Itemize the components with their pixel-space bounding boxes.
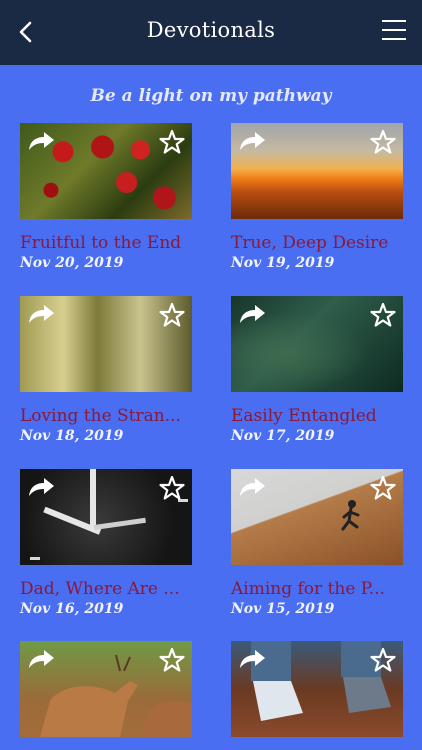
- star-icon[interactable]: [370, 475, 396, 501]
- star-icon[interactable]: [370, 647, 396, 673]
- menu-button[interactable]: [382, 20, 408, 46]
- share-icon[interactable]: [237, 130, 267, 152]
- star-icon[interactable]: [370, 302, 396, 328]
- card-title[interactable]: Dad, Where Are ...: [20, 579, 192, 599]
- devotional-card[interactable]: Fruitful to the End Nov 20, 2019: [20, 123, 192, 272]
- card-date: Nov 18, 2019: [20, 428, 124, 444]
- card-thumbnail[interactable]: [20, 641, 192, 737]
- card-thumbnail[interactable]: [20, 469, 192, 565]
- card-title[interactable]: True, Deep Desire: [231, 233, 403, 253]
- devotional-card[interactable]: [20, 641, 192, 737]
- star-icon[interactable]: [159, 302, 185, 328]
- star-icon[interactable]: [370, 129, 396, 155]
- section-subtitle: Be a light on my pathway: [90, 86, 332, 106]
- app-header: Devotionals: [0, 0, 422, 65]
- share-icon[interactable]: [26, 648, 56, 670]
- devotional-card[interactable]: [231, 641, 403, 737]
- devotional-card[interactable]: True, Deep Desire Nov 19, 2019: [231, 123, 403, 272]
- card-date: Nov 17, 2019: [231, 428, 335, 444]
- devotional-card[interactable]: Aiming for the P... Nov 15, 2019: [231, 469, 403, 618]
- star-icon[interactable]: [159, 647, 185, 673]
- share-icon[interactable]: [237, 648, 267, 670]
- card-title[interactable]: Loving the Stran...: [20, 406, 192, 426]
- card-date: Nov 16, 2019: [20, 601, 124, 617]
- page-title: Devotionals: [146, 18, 276, 42]
- hamburger-menu-icon: [382, 20, 406, 22]
- devotional-card[interactable]: Easily Entangled Nov 17, 2019: [231, 296, 403, 445]
- share-icon[interactable]: [237, 476, 267, 498]
- card-date: Nov 19, 2019: [231, 255, 335, 271]
- star-icon[interactable]: [159, 129, 185, 155]
- devotional-card[interactable]: Loving the Stran... Nov 18, 2019: [20, 296, 192, 445]
- share-icon[interactable]: [26, 303, 56, 325]
- card-thumbnail[interactable]: [231, 296, 403, 392]
- card-thumbnail[interactable]: [20, 123, 192, 219]
- card-title[interactable]: Easily Entangled: [231, 406, 403, 426]
- card-thumbnail[interactable]: [231, 641, 403, 737]
- star-icon[interactable]: [159, 475, 185, 501]
- share-icon[interactable]: [26, 476, 56, 498]
- card-title[interactable]: Fruitful to the End: [20, 233, 192, 253]
- card-title[interactable]: Aiming for the P...: [231, 579, 403, 599]
- card-thumbnail[interactable]: [231, 123, 403, 219]
- share-icon[interactable]: [26, 130, 56, 152]
- card-thumbnail[interactable]: [20, 296, 192, 392]
- card-thumbnail[interactable]: [231, 469, 403, 565]
- devotional-card[interactable]: Dad, Where Are ... Nov 16, 2019: [20, 469, 192, 618]
- card-date: Nov 15, 2019: [231, 601, 335, 617]
- share-icon[interactable]: [237, 303, 267, 325]
- card-date: Nov 20, 2019: [20, 255, 124, 271]
